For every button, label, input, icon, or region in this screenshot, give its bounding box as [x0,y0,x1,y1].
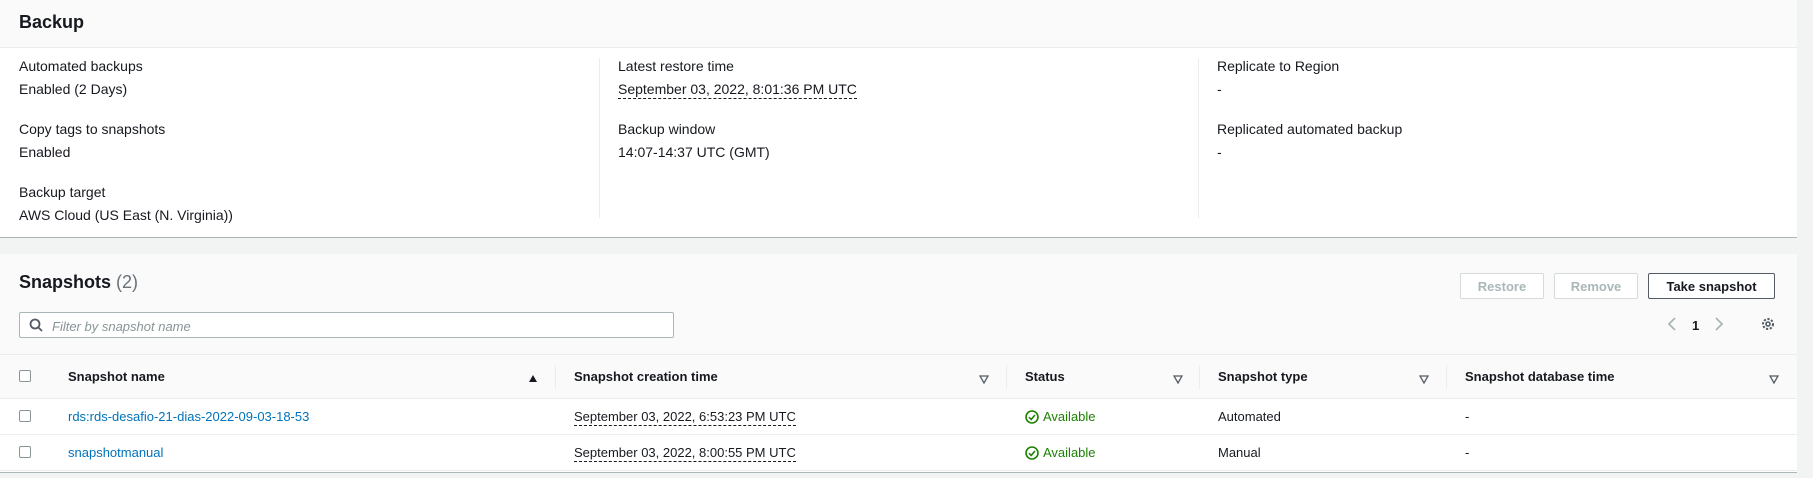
success-check-icon [1025,409,1039,424]
backup-column-2: Latest restore time September 03, 2022, … [618,58,857,179]
replicated-backup-field: Replicated automated backup - [1217,121,1402,160]
column-divider [599,58,600,218]
sort-icon[interactable] [1418,371,1430,387]
snapshots-panel: Snapshots (2) Restore Remove Take snapsh… [0,254,1797,473]
pagination: 1 [1666,316,1725,335]
latest-restore-time-value[interactable]: September 03, 2022, 8:01:36 PM UTC [618,81,857,99]
column-snapshot-name[interactable]: Snapshot name [68,369,165,384]
replicated-backup-label: Replicated automated backup [1217,121,1403,137]
backup-target-value: AWS Cloud (US East (N. Virginia)) [19,207,233,223]
automated-backups-label: Automated backups [19,58,143,74]
status-badge: Available [1025,445,1096,460]
replicate-region-label: Replicate to Region [1217,58,1340,74]
search-icon [29,318,43,335]
snapshot-name-link[interactable]: snapshotmanual [68,445,163,460]
sort-ascending-icon[interactable] [528,371,538,387]
snapshots-title-text: Snapshots [19,272,112,292]
backup-panel: Backup Automated backups Enabled (2 Days… [0,0,1797,238]
column-status[interactable]: Status [1025,369,1065,384]
remove-button[interactable]: Remove [1554,273,1638,299]
snapshot-type-value: Manual [1218,445,1261,460]
status-badge: Available [1025,409,1096,424]
backup-target-field: Backup target AWS Cloud (US East (N. Vir… [19,184,233,223]
creation-time-value[interactable]: September 03, 2022, 6:53:23 PM UTC [574,409,796,426]
column-divider [1198,58,1199,218]
snapshots-title: Snapshots (2) [19,272,138,293]
database-time-value: - [1465,409,1470,424]
select-all-checkbox[interactable] [19,370,31,382]
restore-button[interactable]: Restore [1460,273,1544,299]
snapshots-header: Snapshots (2) Restore Remove Take snapsh… [0,254,1797,354]
backup-header: Backup [0,0,1797,48]
success-check-icon [1025,445,1039,460]
column-divider [1199,365,1200,389]
sort-icon[interactable] [1768,371,1780,387]
table-row[interactable]: snapshotmanual September 03, 2022, 8:00:… [0,435,1797,471]
replicate-region-value: - [1217,81,1222,97]
snapshot-type-value: Automated [1218,409,1281,424]
snapshot-filter-input[interactable] [50,316,654,336]
automated-backups-field: Automated backups Enabled (2 Days) [19,58,233,97]
row-checkbox[interactable] [19,410,31,422]
backup-column-1: Automated backups Enabled (2 Days) Copy … [19,58,233,242]
settings-gear-icon[interactable] [1760,316,1776,335]
column-divider [555,365,556,389]
backup-window-label: Backup window [618,121,716,137]
copy-tags-field: Copy tags to snapshots Enabled [19,121,233,160]
backup-target-label: Backup target [19,184,106,200]
status-text: Available [1043,445,1096,460]
snapshot-name-link[interactable]: rds:rds-desafio-21-dias-2022-09-03-18-53 [68,409,309,424]
copy-tags-value: Enabled [19,144,71,160]
creation-time-value[interactable]: September 03, 2022, 8:00:55 PM UTC [574,445,796,462]
automated-backups-value: Enabled (2 Days) [19,81,128,97]
row-checkbox[interactable] [19,446,31,458]
backup-window-value: 14:07-14:37 UTC (GMT) [618,144,770,160]
backup-title: Backup [19,12,85,32]
snapshots-count: (2) [116,272,139,292]
copy-tags-label: Copy tags to snapshots [19,121,166,137]
sort-icon[interactable] [1172,371,1184,387]
column-divider [1446,365,1447,389]
snapshots-table-header: Snapshot name Snapshot creation time Sta… [0,354,1797,399]
database-time-value: - [1465,445,1470,460]
status-text: Available [1043,409,1096,424]
next-page-icon[interactable] [1713,316,1725,335]
column-database-time[interactable]: Snapshot database time [1465,369,1615,384]
backup-window-field: Backup window 14:07-14:37 UTC (GMT) [618,121,857,160]
take-snapshot-button[interactable]: Take snapshot [1648,273,1775,299]
column-creation-time[interactable]: Snapshot creation time [574,369,718,384]
current-page[interactable]: 1 [1692,318,1699,333]
sort-icon[interactable] [978,371,990,387]
replicate-region-field: Replicate to Region - [1217,58,1402,97]
snapshot-filter [19,312,674,338]
table-row[interactable]: rds:rds-desafio-21-dias-2022-09-03-18-53… [0,399,1797,435]
replicated-backup-value: - [1217,144,1222,160]
column-snapshot-type[interactable]: Snapshot type [1218,369,1308,384]
backup-column-3: Replicate to Region - Replicated automat… [1217,58,1402,179]
column-divider [1006,365,1007,389]
previous-page-icon[interactable] [1666,316,1678,335]
latest-restore-time-field: Latest restore time September 03, 2022, … [618,58,857,99]
latest-restore-time-label: Latest restore time [618,58,734,74]
